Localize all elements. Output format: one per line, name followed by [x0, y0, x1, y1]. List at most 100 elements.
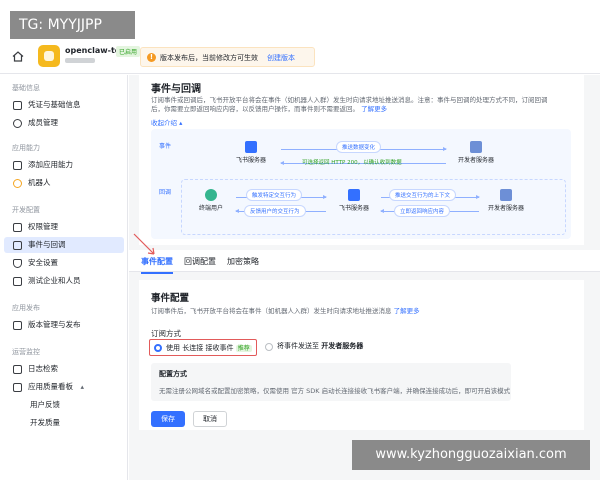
tab-encryption[interactable]: 加密策略	[227, 256, 259, 267]
feishu-icon	[348, 189, 360, 201]
radio-long-connection[interactable]	[154, 344, 162, 352]
page-description: 订阅事件或回调后，飞书开放平台将会在事件（如机器人入群）发生时向请求地址推送消息…	[151, 96, 551, 114]
sidebar-item-versions[interactable]: 版本管理与发布	[4, 317, 124, 333]
sidebar-section-release: 应用发布	[12, 304, 40, 312]
learn-more-link[interactable]: 了解更多	[361, 105, 387, 113]
sidebar-item-bot[interactable]: 机器人	[4, 175, 124, 191]
radio-dev-server[interactable]	[265, 343, 273, 351]
credentials-icon	[13, 101, 22, 110]
collapse-label: 收起介绍	[151, 119, 177, 127]
sidebar-item-label: 开发质量	[30, 418, 60, 427]
recommend-badge: 推荐	[235, 345, 252, 352]
node-dev-server-2: 开发者服务器	[481, 189, 531, 212]
sidebar-item-feedback[interactable]: 用户反馈	[4, 397, 124, 413]
sidebar-section-dev: 开发配置	[12, 206, 40, 214]
permission-icon	[13, 223, 22, 232]
label-return-200: 可选择返回 HTTP 200，以确认收到数据	[302, 160, 402, 166]
option-long-connection-label: 使用 长连接 接收事件 推荐	[166, 343, 252, 353]
sidebar-item-label: 凭证与基础信息	[28, 100, 81, 109]
sidebar-section-basic: 基础信息	[12, 84, 40, 92]
version-icon	[13, 321, 22, 330]
sidebar-item-label: 安全设置	[28, 258, 58, 267]
app-window: TG: MYYJJPP www.kyzhongguozaixian.com op…	[0, 0, 600, 480]
user-icon	[13, 119, 22, 128]
sidebar-section-monitor: 运营监控	[12, 348, 40, 356]
config-description-text: 订阅事件后，飞书开放平台将会在事件（如机器人入群）发生时向请求地址推送消息	[151, 307, 392, 315]
config-mode-box: 配置方式 无需注册公网域名或配置加密策略，仅需使用 官方 SDK 启动长连接接收…	[151, 363, 511, 401]
sidebar-item-dev-quality[interactable]: 开发质量	[4, 415, 124, 431]
home-icon[interactable]	[12, 51, 24, 62]
sidebar-item-label: 机器人	[28, 178, 51, 187]
log-icon	[13, 365, 22, 374]
user-icon	[205, 189, 217, 201]
sidebar-item-security[interactable]: 安全设置	[4, 255, 124, 271]
sidebar-item-label: 测试企业和人员	[28, 276, 81, 285]
config-mode-description: 无需注册公网域名或配置加密策略，仅需使用 官方 SDK 启动长连接接收飞书客户端…	[159, 387, 511, 395]
lane-event-label: 事件	[159, 143, 172, 150]
sidebar: 基础信息 凭证与基础信息 成员管理 应用能力 添加应用能力 机器人 开发配置 权…	[0, 75, 128, 480]
node-end-user: 终端用户	[186, 189, 236, 212]
sidebar-item-quality[interactable]: 应用质量看板 ▴	[4, 379, 124, 395]
node-dev-server-1: 开发者服务器	[451, 141, 501, 164]
option2-prefix: 将事件发送至	[277, 342, 319, 350]
flow-diagram: 事件 飞书服务器 开发者服务器 推送数据变化 可选择返回 HTTP 200，以确…	[151, 129, 571, 239]
config-tabs: 事件配置 回调配置 加密策略	[129, 250, 600, 274]
server-icon	[500, 189, 512, 201]
label-trigger: 触发特定交互行为	[246, 189, 303, 201]
create-version-link[interactable]: 创建版本	[267, 53, 295, 63]
sidebar-item-permissions[interactable]: 权限管理	[4, 219, 124, 235]
server-icon	[470, 141, 482, 153]
node-feishu-server-2: 飞书服务器	[329, 189, 379, 212]
node-label: 开发者服务器	[487, 205, 524, 212]
node-label: 开发者服务器	[457, 157, 494, 164]
app-logo-icon	[38, 45, 60, 67]
sidebar-item-events[interactable]: 事件与回调	[4, 237, 124, 253]
notice-text: 版本发布后，当前修改方可生效	[160, 54, 258, 62]
sidebar-item-add-capability[interactable]: 添加应用能力	[4, 157, 124, 173]
sidebar-item-logs[interactable]: 日志检索	[4, 361, 124, 377]
option-dev-server-label[interactable]: 将事件发送至 开发者服务器	[277, 341, 363, 351]
lane-callback-label: 回调	[159, 189, 172, 196]
event-config-card: 事件配置 订阅事件后，飞书开放平台将会在事件（如机器人入群）发生时向请求地址推送…	[139, 280, 584, 430]
node-label: 飞书服务器	[235, 157, 266, 164]
test-icon	[13, 277, 22, 286]
node-label: 终端用户	[198, 205, 223, 212]
shield-icon	[13, 259, 22, 268]
sidebar-item-credentials[interactable]: 凭证与基础信息	[4, 97, 124, 113]
sidebar-item-label: 添加应用能力	[28, 160, 73, 169]
feishu-icon	[245, 141, 257, 153]
annotation-arrow-icon	[133, 233, 155, 255]
label-push-data: 推送数据变化	[336, 141, 382, 153]
status-badge: 已启用	[116, 46, 141, 57]
sidebar-item-label: 应用质量看板	[28, 382, 73, 391]
description-text: 订阅事件或回调后，飞书开放平台将会在事件（如机器人入群）发生时向请求地址推送消息…	[151, 96, 548, 113]
config-learn-more-link[interactable]: 了解更多	[394, 307, 420, 315]
sidebar-item-label: 权限管理	[28, 222, 58, 231]
chevron-up-icon: ▴	[80, 383, 84, 391]
warning-icon: !	[147, 53, 156, 62]
sidebar-item-test-tenant[interactable]: 测试企业和人员	[4, 273, 124, 289]
save-button[interactable]: 保存	[151, 411, 185, 427]
tab-callback-config[interactable]: 回调配置	[184, 256, 216, 267]
option-long-connection[interactable]: 使用 长连接 接收事件 推荐	[149, 339, 257, 356]
events-icon	[13, 241, 22, 250]
watermark-top: TG: MYYJJPP	[10, 11, 135, 39]
config-mode-title: 配置方式	[159, 370, 187, 378]
sidebar-item-label: 成员管理	[28, 118, 58, 127]
main-content: 事件与回调 订阅事件或回调后，飞书开放平台将会在事件（如机器人入群）发生时向请求…	[129, 75, 600, 480]
cancel-button[interactable]: 取消	[193, 411, 227, 427]
top-bar: openclaw-test 已启用 ! 版本发布后，当前修改方可生效 创建版本	[0, 40, 600, 74]
label-immediate: 立即返回响应内容	[394, 205, 451, 217]
config-description: 订阅事件后，飞书开放平台将会在事件（如机器人入群）发生时向请求地址推送消息 了解…	[151, 305, 420, 315]
sidebar-section-capability: 应用能力	[12, 144, 40, 152]
option1-text: 使用 长连接 接收事件	[166, 344, 234, 352]
bot-icon	[13, 179, 22, 188]
sidebar-item-members[interactable]: 成员管理	[4, 115, 124, 131]
version-notice: ! 版本发布后，当前修改方可生效 创建版本	[140, 47, 315, 67]
page-title: 事件与回调	[151, 84, 201, 95]
option2-bold: 开发者服务器	[321, 342, 364, 350]
collapse-intro-link[interactable]: 收起介绍 ▴	[151, 117, 182, 127]
sidebar-item-label: 用户反馈	[30, 400, 60, 409]
event-intro-card: 事件与回调 订阅事件或回调后，飞书开放平台将会在事件（如机器人入群）发生时向请求…	[139, 75, 584, 245]
subscribe-mode-label: 订阅方式	[151, 329, 181, 338]
